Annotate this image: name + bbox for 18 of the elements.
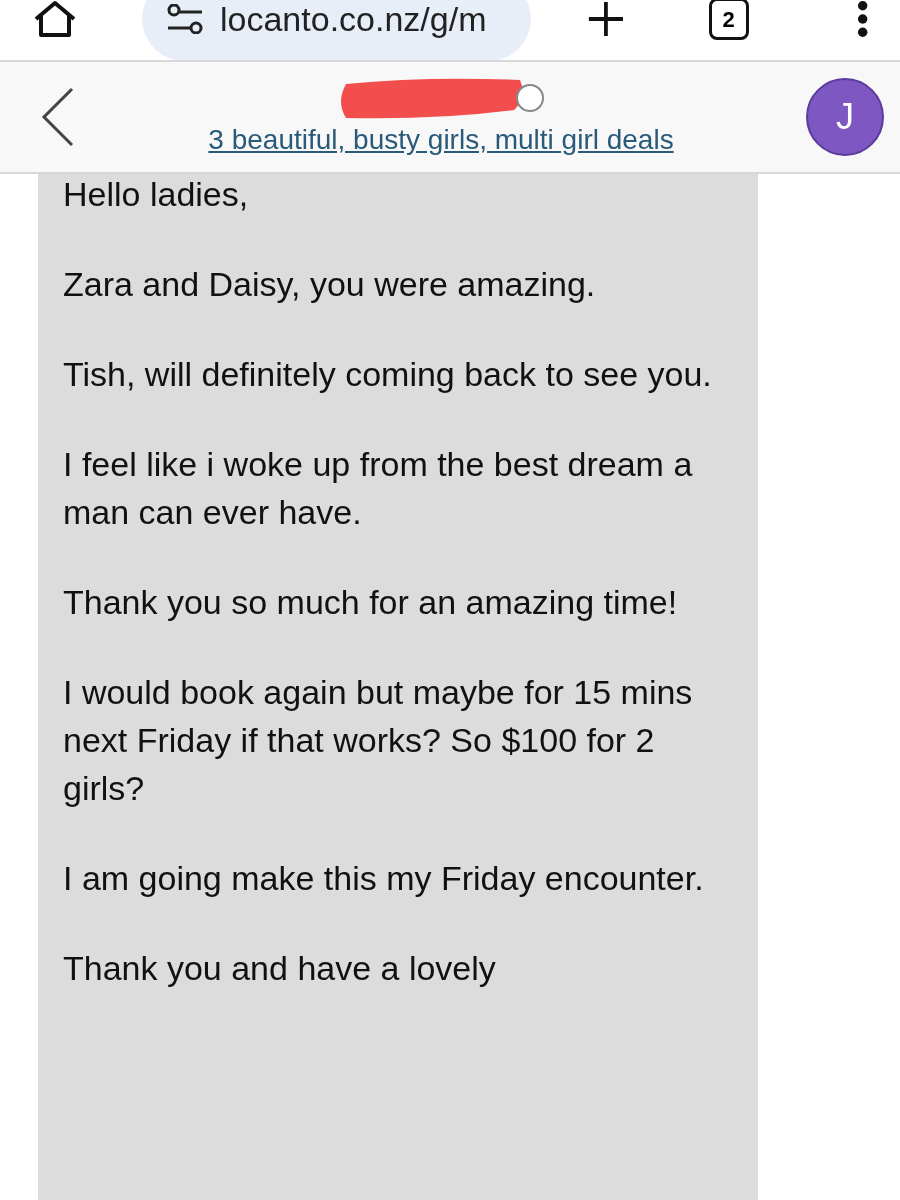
message-paragraph: I am going make this my Friday encounter. [63,858,705,899]
plus-icon[interactable] [586,0,625,39]
avatar[interactable]: J [806,78,884,156]
tab-count[interactable]: 2 [708,0,749,40]
message-paragraph: Zara and Daisy, you were amazing. [63,264,597,305]
subject-link[interactable]: 3 beautiful, busty girls, multi girl deals [208,119,674,161]
message-paragraph: Thank you and have a lovely [63,948,497,989]
back-icon[interactable] [40,87,76,147]
message-paragraph: Thank you so much for an amazing time! [63,582,679,623]
tune-icon [166,4,204,34]
message-paragraph: I would book again but maybe for 15 mins next Friday if that works? So $100 for 2 girls? [63,672,694,809]
message-paragraph: Tish, will definitely coming back to see you. [63,354,713,395]
home-icon[interactable] [32,0,78,39]
message-paragraph: I feel like i woke up from the best dream a man can ever have. [63,444,694,533]
url-text: locanto.co.nz/g/m [220,0,487,40]
message-paragraph: Hello ladies, [63,174,250,215]
more-icon[interactable] [856,0,868,39]
address-bar[interactable]: locanto.co.nz/g/m [142,0,531,61]
